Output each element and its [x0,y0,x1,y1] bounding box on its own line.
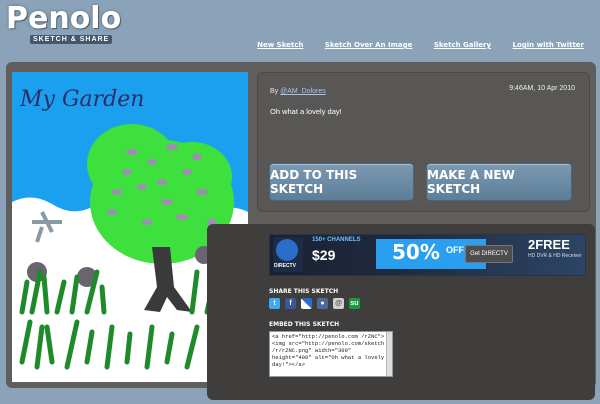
add-to-sketch-button[interactable]: ADD TO THIS SKETCH [269,163,414,201]
logo[interactable]: Penolo SKETCH & SHARE [6,1,122,44]
twitter-icon[interactable]: t [269,298,280,309]
embed-code-textarea[interactable]: <a href="http://penolo.com /rZNC"><img s… [269,331,393,377]
by-label: By [270,88,279,95]
ad-channels: 150+ CHANNELS [312,237,361,243]
ad-price: $29 [312,247,336,263]
ad-cta-button[interactable]: Get DIRECTV [465,245,513,263]
directv-brand: DIRECTV [274,263,296,269]
delicious-icon[interactable] [301,298,312,309]
author-link[interactable]: @AM_Dolores [280,88,326,95]
make-new-sketch-button[interactable]: MAKE A NEW SKETCH [426,163,572,201]
nav-sketch-gallery[interactable]: Sketch Gallery [434,41,491,49]
ad-free: 2FREE [528,237,570,252]
ad-discount: 50% [392,240,440,264]
stumbleupon-icon[interactable]: su [349,298,360,309]
share-icons: t f ● @ su [269,298,360,309]
ad-discount-suffix: OFF [446,245,464,255]
logo-tagline: SKETCH & SHARE [30,35,113,44]
sketch-info-box: By @AM_Dolores 9:46AM, 10 Apr 2010 Oh wh… [257,72,590,212]
facebook-icon[interactable]: f [285,298,296,309]
sketch-caption: Oh what a lovely day! [270,107,342,116]
nav-login-twitter[interactable]: Login with Twitter [513,41,585,49]
author-line: By @AM_Dolores [270,88,326,95]
nav-new-sketch[interactable]: New Sketch [257,41,303,49]
myspace-icon[interactable]: ● [317,298,328,309]
directv-logo-icon [276,239,298,261]
share-title: SHARE THIS SKETCH [269,288,339,295]
directv-ad-banner[interactable]: DIRECTV 150+ CHANNELS $29 50% OFF Get DI… [269,234,586,276]
email-icon[interactable]: @ [333,298,344,309]
header: Penolo SKETCH & SHARE New Sketch Sketch … [0,0,600,62]
logo-title: Penolo [6,1,122,36]
nav-sketch-over-image[interactable]: Sketch Over An Image [325,41,413,49]
sketch-date: 9:46AM, 10 Apr 2010 [509,85,575,92]
embed-title: EMBED THIS SKETCH [269,321,340,328]
embed-code: <a href="http://penolo.com /rZNC"><img s… [272,333,385,368]
share-panel: DIRECTV 150+ CHANNELS $29 50% OFF Get DI… [207,224,595,400]
top-nav: New Sketch Sketch Over An Image Sketch G… [240,34,584,52]
ad-free-sub: HD DVR & HD Receiver [528,253,582,259]
sketch-title-text: My Garden [19,87,144,112]
directv-logo: DIRECTV [273,237,303,272]
embed-scrollbar[interactable] [386,332,392,376]
